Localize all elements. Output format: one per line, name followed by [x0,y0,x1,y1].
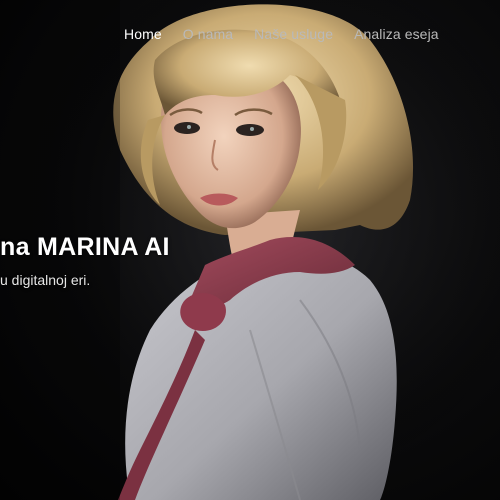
hero-subtitle: u digitalnoj eri. [0,272,91,288]
nav-item-home[interactable]: Home [124,26,162,42]
hero-headline: na MARINA AI [0,233,170,261]
nav-item-o-nama[interactable]: O nama [183,26,233,42]
nav-item-analiza-eseja[interactable]: Analiza eseja [354,26,439,42]
main-navigation: Home O nama Naše usluge Analiza eseja [124,26,500,42]
nav-item-nase-usluge[interactable]: Naše usluge [254,26,333,42]
